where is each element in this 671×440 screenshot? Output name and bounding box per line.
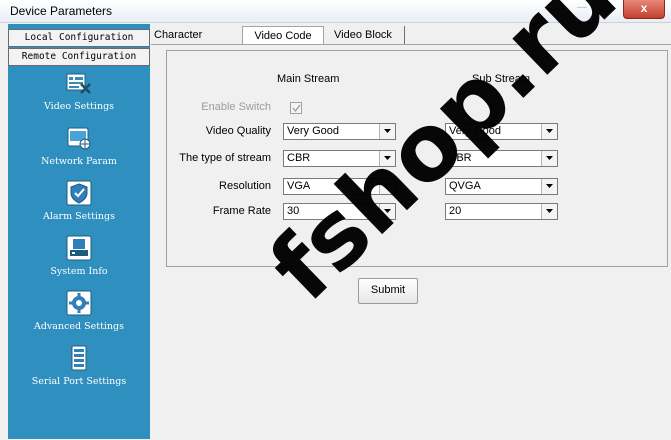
main-resolution-select[interactable]: VGA — [283, 178, 396, 195]
shield-icon — [66, 180, 92, 206]
sub-frame-rate-select[interactable]: 20 — [445, 203, 558, 220]
select-value: 20 — [449, 205, 462, 217]
tab-character-overlay[interactable]: Character Overlay — [154, 26, 243, 59]
sub-enable-checkbox[interactable] — [491, 102, 503, 114]
select-value: CBR — [287, 152, 311, 164]
tab-strip: Character Overlay Video Code Video Block — [150, 26, 671, 59]
minimize-icon[interactable]: — — [577, 2, 591, 13]
tab-local-configuration-label: Local Configuration — [24, 32, 134, 43]
sidebar-item-advanced-settings[interactable]: Advanced Settings — [8, 290, 150, 332]
maximize-icon[interactable]: □ — [595, 2, 609, 13]
submit-label: Submit — [370, 284, 406, 296]
tab-remote-configuration-label: Remote Configuration — [21, 51, 137, 62]
tab-local-configuration[interactable]: Local Configuration — [8, 29, 150, 47]
network-icon — [67, 127, 91, 150]
gear-icon — [66, 290, 92, 316]
chevron-down-icon[interactable] — [379, 124, 395, 139]
sidebar-item-alarm-settings[interactable]: Alarm Settings — [8, 180, 150, 222]
main-enable-checkbox[interactable] — [290, 102, 302, 114]
close-icon: x — [640, 1, 648, 15]
sub-video-quality-select[interactable]: Very Good — [445, 123, 558, 140]
stream-type-label: The type of stream — [179, 152, 271, 164]
sidebar-item-network-param[interactable]: Network Param — [8, 125, 150, 167]
main-video-quality-select[interactable]: Very Good — [283, 123, 396, 140]
sidebar-item-serial-port-settings[interactable]: Serial Port Settings — [8, 345, 150, 387]
sidebar: Local Configuration Remote Configuration… — [8, 24, 150, 439]
serial-port-icon — [71, 345, 87, 371]
frame-rate-label: Frame Rate — [212, 205, 271, 217]
video-quality-label: Video Quality — [205, 125, 271, 137]
main-stream-type-select[interactable]: CBR — [283, 150, 396, 167]
sidebar-item-label: Video Settings — [43, 101, 115, 112]
sidebar-item-label: Alarm Settings — [42, 211, 115, 222]
checkmark-icon — [292, 104, 301, 113]
main-frame-rate-select[interactable]: 30 — [283, 203, 396, 220]
title-bar: Device Parameters — □ x — [0, 0, 671, 23]
submit-button[interactable]: Submit — [358, 278, 418, 304]
close-button[interactable]: x — [623, 0, 665, 19]
resolution-label: Resolution — [219, 180, 271, 192]
checkmark-icon — [493, 104, 502, 113]
select-value: Very Good — [449, 125, 501, 137]
sidebar-item-label: System Info — [50, 266, 108, 277]
sidebar-item-video-settings[interactable]: Video Settings — [8, 70, 150, 112]
video-settings-icon — [66, 73, 91, 94]
chevron-down-icon[interactable] — [379, 204, 395, 219]
tab-video-code[interactable]: Video Code — [242, 26, 324, 46]
select-value: QVGA — [449, 180, 481, 192]
select-value: VBR — [449, 152, 472, 164]
chevron-down-icon[interactable] — [541, 151, 557, 166]
window-title: Device Parameters — [10, 4, 113, 18]
chevron-down-icon[interactable] — [541, 179, 557, 194]
sidebar-item-label: Serial Port Settings — [31, 376, 127, 387]
tab-remote-configuration[interactable]: Remote Configuration — [8, 48, 150, 66]
sub-stream-header: Sub Stream — [472, 73, 531, 85]
sub-stream-type-select[interactable]: VBR — [445, 150, 558, 167]
video-code-group: Main Stream Sub Stream Enable Switch Vid… — [166, 50, 668, 267]
sidebar-item-label: Network Param — [41, 156, 117, 167]
sidebar-item-system-info[interactable]: System Info — [8, 235, 150, 277]
tab-label: Video Block — [334, 29, 392, 41]
chevron-down-icon[interactable] — [379, 151, 395, 166]
enable-switch-label: Enable Switch — [201, 101, 271, 113]
sub-resolution-select[interactable]: QVGA — [445, 178, 558, 195]
select-value: Very Good — [287, 125, 339, 137]
chevron-down-icon[interactable] — [541, 124, 557, 139]
system-info-icon — [66, 235, 92, 261]
main-stream-header: Main Stream — [277, 73, 340, 85]
chevron-down-icon[interactable] — [379, 179, 395, 194]
tab-video-block[interactable]: Video Block — [322, 26, 405, 44]
tab-label: Video Code — [254, 30, 312, 42]
select-value: 30 — [287, 205, 300, 217]
sidebar-item-label: Advanced Settings — [33, 321, 124, 332]
chevron-down-icon[interactable] — [541, 204, 557, 219]
select-value: VGA — [287, 180, 311, 192]
